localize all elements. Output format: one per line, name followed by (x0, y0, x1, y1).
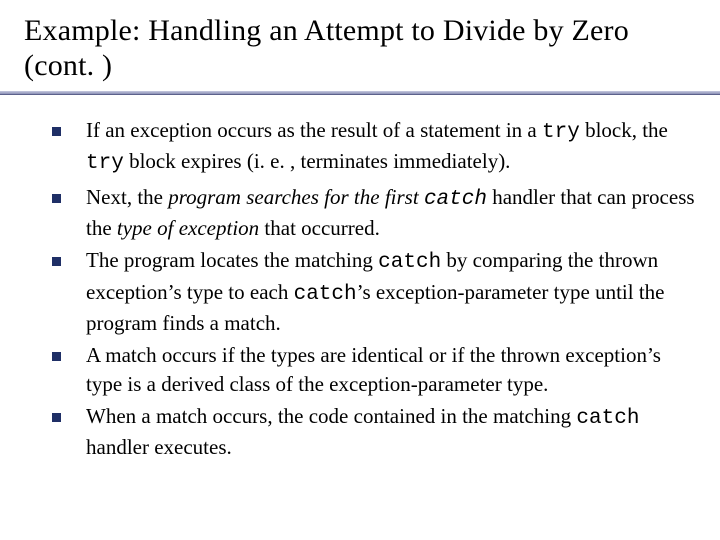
bullet-text: The program locates the matching (86, 248, 378, 272)
bullet-text: block, the (580, 118, 668, 142)
bullet-item: When a match occurs, the code contained … (52, 402, 696, 462)
bullet-item: Next, the program searches for the first… (52, 183, 696, 243)
title-rule (0, 91, 720, 94)
bullet-text: type of exception (117, 216, 259, 240)
bullet-text: that occurred. (259, 216, 380, 240)
bullet-item: A match occurs if the types are identica… (52, 341, 696, 398)
bullet-text: try (86, 152, 124, 175)
bullet-text: Next, the (86, 185, 168, 209)
bullet-text: catch (294, 283, 357, 306)
bullet-text: catch (424, 188, 487, 211)
bullet-text: try (542, 121, 580, 144)
bullet-text: block expires (i. e. , terminates immedi… (124, 149, 511, 173)
bullet-text: catch (378, 251, 441, 274)
bullet-text: handler executes. (86, 435, 232, 459)
bullet-item: If an exception occurs as the result of … (52, 116, 696, 179)
bullet-text: If an exception occurs as the result of … (86, 118, 542, 142)
bullet-text: catch (576, 407, 639, 430)
bullet-text: A match occurs if the types are identica… (86, 343, 661, 395)
bullet-text: program searches for the first (168, 185, 424, 209)
bullet-item: The program locates the matching catch b… (52, 246, 696, 337)
bullet-list: If an exception occurs as the result of … (52, 116, 696, 462)
bullet-text: When a match occurs, the code contained … (86, 404, 576, 428)
slide-title: Example: Handling an Attempt to Divide b… (24, 14, 696, 83)
